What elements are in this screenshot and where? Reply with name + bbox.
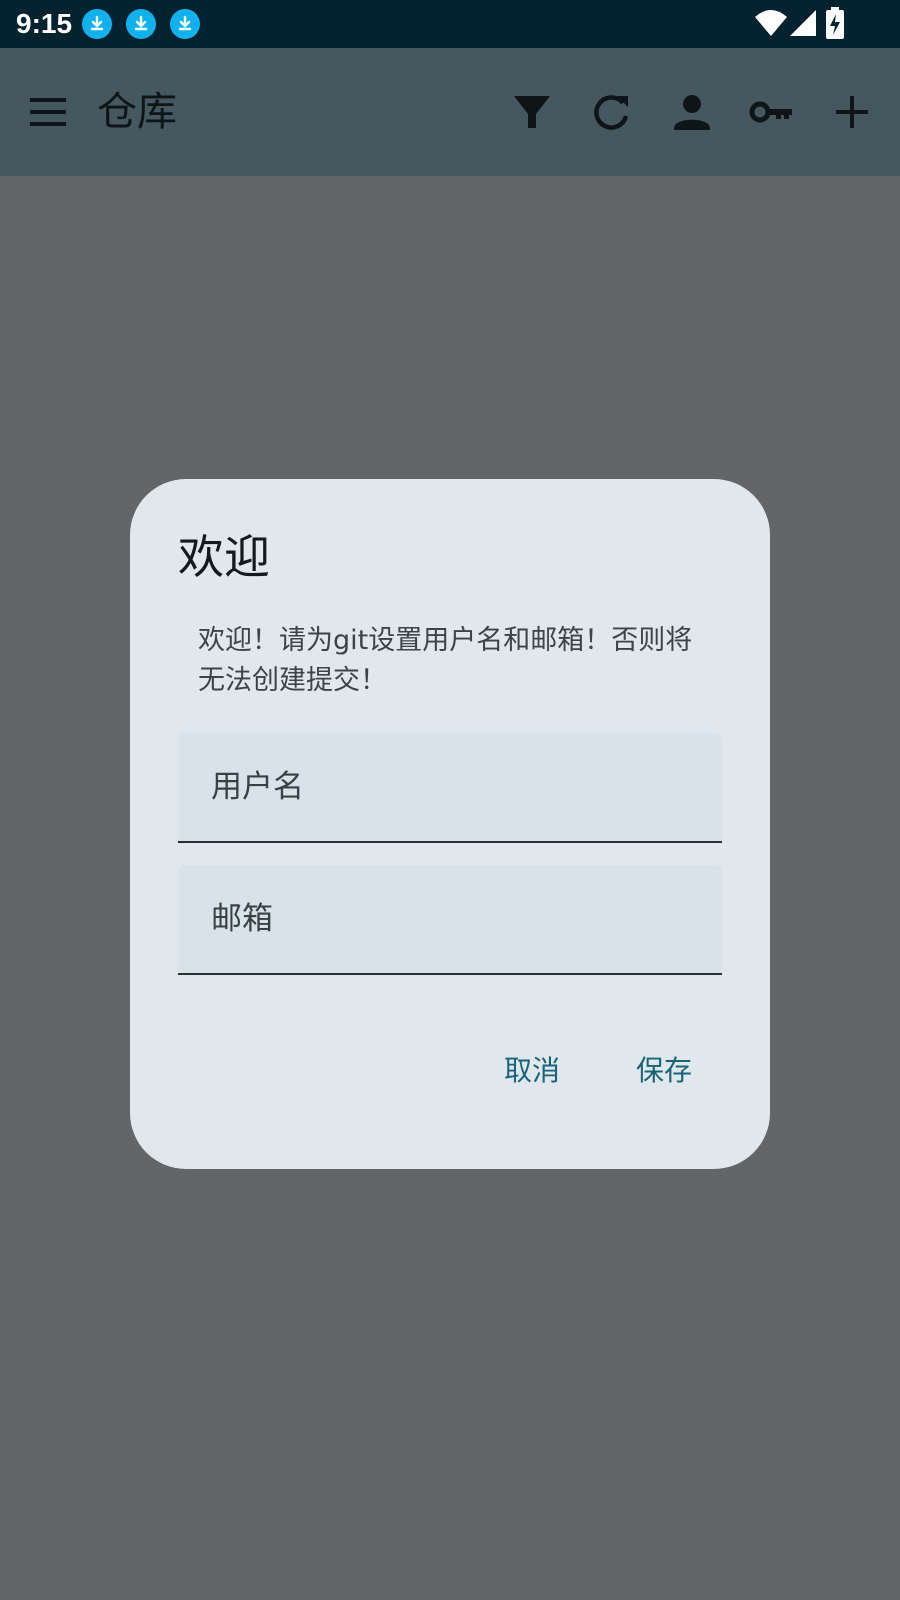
top-app-bar: 仓库 [0,48,900,176]
cell-signal-icon [790,9,816,41]
dialog-title: 欢迎 [178,530,270,584]
username-field[interactable]: 用户名 [178,733,722,843]
key-icon[interactable] [748,88,796,136]
save-button[interactable]: 保存 [636,1051,692,1091]
email-field-label: 邮箱 [211,901,273,937]
cancel-button[interactable]: 取消 [504,1051,560,1091]
add-icon[interactable] [828,88,876,136]
person-icon[interactable] [668,88,716,136]
dialog-message: 欢迎！请为git设置用户名和邮箱！否则将无法创建提交！ [198,625,693,696]
status-bar: 9:15 [0,0,900,48]
download-icon [170,9,200,39]
page-title: 仓库 [97,89,177,135]
refresh-icon[interactable] [588,88,636,136]
wifi-icon [754,9,788,41]
username-field-label: 用户名 [211,769,304,805]
battery-charging-icon [826,7,844,43]
menu-icon[interactable] [24,88,72,136]
status-time: 9:15 [16,8,73,39]
download-icon [126,9,156,39]
filter-icon[interactable] [508,88,556,136]
welcome-dialog: 欢迎 欢迎！请为git设置用户名和邮箱！否则将无法创建提交！ 用户名 邮箱 取消… [130,479,770,1169]
email-field[interactable]: 邮箱 [178,865,722,975]
download-icon [82,9,112,39]
